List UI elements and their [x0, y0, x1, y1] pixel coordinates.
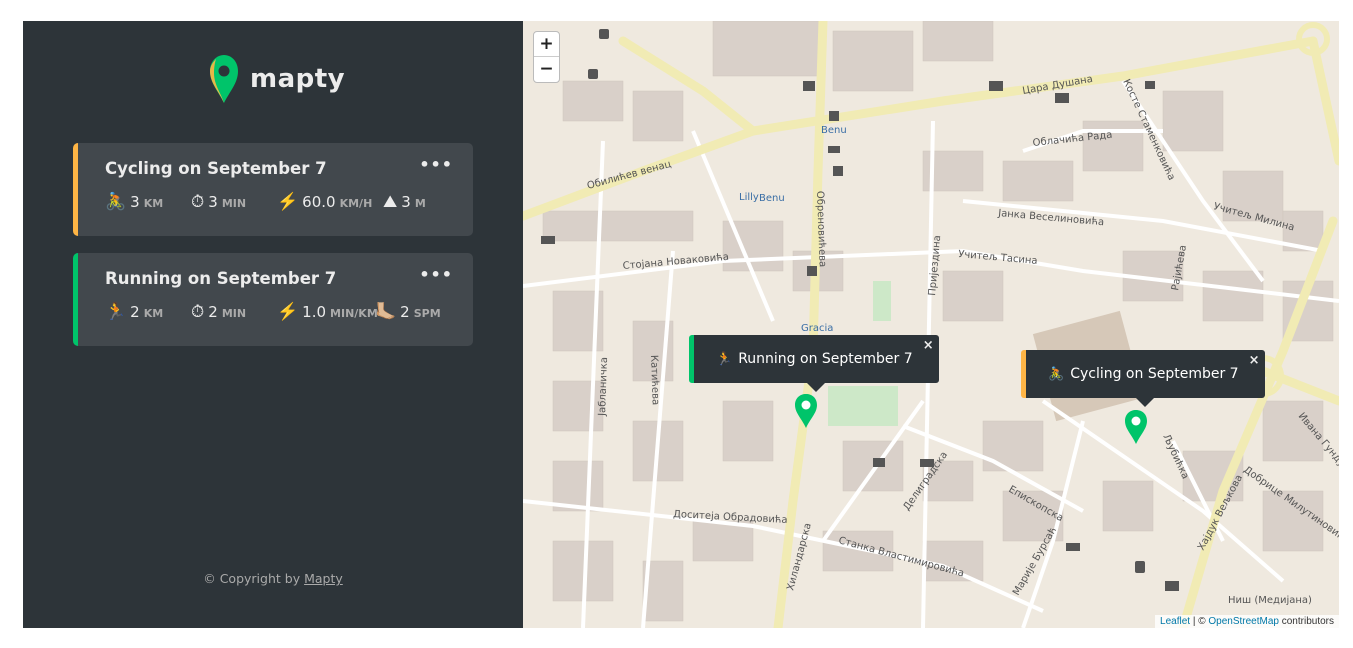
- map[interactable]: Цара Душана Обилићев венац Облачића Рада…: [523, 21, 1339, 628]
- attribution-separator: | ©: [1190, 616, 1209, 627]
- mapty-link[interactable]: Mapty: [304, 571, 343, 586]
- popup-text: Cycling on September 7: [1070, 366, 1239, 382]
- map-pin-logo-icon: [210, 55, 238, 103]
- stopwatch-icon: ⏱: [191, 192, 205, 212]
- detail-value: 60.0: [302, 193, 336, 211]
- speed-detail: ⚡️ 60.0 km/h: [277, 192, 383, 212]
- runner-icon: 🏃: [716, 351, 733, 367]
- detail-unit: min: [221, 197, 247, 210]
- detail-value: 3: [401, 193, 411, 211]
- leaflet-link[interactable]: Leaflet: [1160, 616, 1190, 627]
- workout-card-running[interactable]: Running on September 7 ••• 🏃 2 km ⏱ 2 mi…: [73, 253, 473, 346]
- zoom-control: + −: [533, 31, 560, 83]
- workout-title: Running on September 7: [105, 269, 337, 288]
- detail-unit: spm: [413, 307, 441, 320]
- logo-text: mapty: [250, 64, 346, 94]
- foot-icon: 🦶🏼: [375, 302, 397, 322]
- logo: mapty: [208, 53, 345, 105]
- mountain-icon: ⛰: [383, 192, 398, 212]
- cadence-detail: 🦶🏼 2 spm: [375, 302, 441, 322]
- distance-detail: 🚴 3 km: [105, 192, 191, 212]
- place-label: Ниш (Медијана): [1228, 594, 1312, 606]
- workout-menu-button[interactable]: •••: [419, 265, 453, 284]
- detail-value: 2: [208, 303, 218, 321]
- workout-title: Cycling on September 7: [105, 159, 327, 178]
- bicycle-icon: 🚴: [1048, 366, 1065, 382]
- popup-close-button[interactable]: ×: [1249, 353, 1260, 368]
- openstreetmap-link[interactable]: OpenStreetMap: [1208, 616, 1279, 627]
- detail-unit: m: [414, 197, 426, 210]
- map-tiles[interactable]: Цара Душана Обилићев венац Облачића Рада…: [523, 21, 1339, 628]
- attribution-suffix: contributors: [1278, 616, 1334, 627]
- elevation-detail: ⛰ 3 m: [383, 192, 426, 212]
- detail-value: 1.0: [302, 303, 327, 321]
- detail-value: 2: [130, 303, 140, 321]
- detail-value: 3: [208, 193, 218, 211]
- detail-value: 2: [400, 303, 410, 321]
- poi-label: Gracia: [801, 323, 833, 334]
- street-label: Обилићев венац: [586, 158, 673, 192]
- detail-value: 3: [130, 193, 140, 211]
- duration-detail: ⏱ 3 min: [191, 192, 277, 212]
- bicycle-icon: 🚴: [105, 192, 127, 212]
- sidebar: mapty Cycling on September 7 ••• 🚴 3 km …: [23, 21, 523, 628]
- duration-detail: ⏱ 2 min: [191, 302, 277, 322]
- workout-details: 🚴 3 km ⏱ 3 min ⚡️ 60.0 km/h ⛰ 3 m: [105, 192, 451, 212]
- map-marker-icon[interactable]: [1124, 409, 1148, 445]
- workout-card-cycling[interactable]: Cycling on September 7 ••• 🚴 3 km ⏱ 3 mi…: [73, 143, 473, 236]
- detail-unit: min: [221, 307, 247, 320]
- workout-menu-button[interactable]: •••: [419, 155, 453, 174]
- zoom-in-button[interactable]: +: [534, 32, 559, 57]
- pace-detail: ⚡️ 1.0 min/km: [277, 302, 378, 322]
- popup-text: Running on September 7: [738, 351, 913, 367]
- distance-detail: 🏃 2 km: [105, 302, 191, 322]
- map-marker-icon[interactable]: [794, 393, 818, 429]
- copyright-text: © Copyright by: [203, 571, 305, 586]
- popup-close-button[interactable]: ×: [923, 338, 934, 353]
- running-popup[interactable]: 🏃 Running on September 7 ×: [689, 335, 939, 392]
- street-label: Учитељ Тасина: [958, 249, 1038, 267]
- detail-unit: min/km: [330, 307, 378, 320]
- map-attribution: Leaflet | © OpenStreetMap contributors: [1155, 615, 1339, 628]
- poi-label: Lilly: [739, 192, 759, 203]
- copyright: © Copyright by Mapty: [23, 571, 523, 586]
- cycling-popup[interactable]: 🚴 Cycling on September 7 ×: [1021, 350, 1265, 407]
- poi-label: Benu: [759, 193, 785, 204]
- street-label: Јабланичка: [597, 357, 610, 417]
- detail-unit: km: [143, 197, 164, 210]
- poi-label: Benu: [821, 125, 847, 136]
- runner-icon: 🏃: [105, 302, 127, 322]
- lightning-icon: ⚡️: [277, 302, 299, 322]
- stopwatch-icon: ⏱: [191, 302, 205, 322]
- detail-unit: km: [143, 307, 164, 320]
- lightning-icon: ⚡️: [277, 192, 299, 212]
- street-label: Катићева: [648, 355, 662, 406]
- detail-unit: km/h: [339, 197, 373, 210]
- workout-details: 🏃 2 km ⏱ 2 min ⚡️ 1.0 min/km 🦶🏼 2 spm: [105, 302, 451, 322]
- zoom-out-button[interactable]: −: [534, 57, 559, 82]
